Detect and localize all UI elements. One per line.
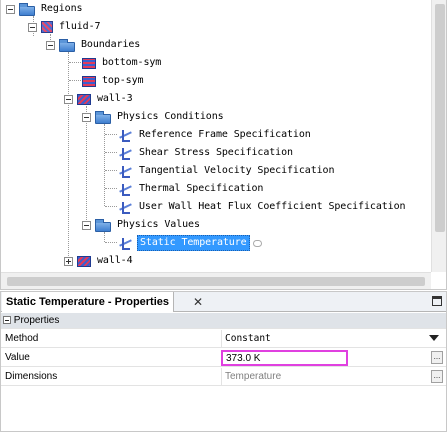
tree-node-physics-values[interactable]: Physics Values <box>82 216 202 234</box>
column-divider <box>221 368 222 386</box>
dimensions-ellipsis-button[interactable]: ... <box>431 370 443 383</box>
folder-icon <box>59 39 75 52</box>
tree-connector <box>68 52 69 260</box>
tree-connector <box>105 170 117 171</box>
physics-condition-icon <box>118 129 133 142</box>
vertical-scrollbar-thumb[interactable] <box>435 4 445 232</box>
tree-node-wall-3[interactable]: wall-3 <box>64 90 135 108</box>
property-row-method[interactable]: Method Constant <box>1 330 446 348</box>
wall-boundary-icon <box>77 93 91 105</box>
tree-node-label: User Wall Heat Flux Coefficient Specific… <box>139 201 406 212</box>
horizontal-scrollbar-thumb[interactable] <box>7 277 425 286</box>
column-divider <box>221 330 222 348</box>
vertical-scrollbar[interactable] <box>431 0 446 272</box>
wall-boundary-icon <box>77 255 91 267</box>
tree-connector <box>105 188 117 189</box>
tree-node-user-wall-heat-flux-coefficient-specification[interactable]: User Wall Heat Flux Coefficient Specific… <box>118 198 407 216</box>
category-label: Properties <box>13 315 60 326</box>
tree-node-label-selected: Static Temperature <box>137 235 250 251</box>
horizontal-scrollbar[interactable] <box>1 272 431 289</box>
tree-connector <box>105 152 117 153</box>
simulation-tree: Regions fluid-7 Boundaries bottom-sym to… <box>1 0 431 272</box>
physics-value-icon <box>118 237 133 250</box>
tree-node-label: Physics Values <box>117 219 200 230</box>
properties-category-row[interactable]: Properties <box>1 313 446 329</box>
tree-node-top-sym[interactable]: top-sym <box>82 72 145 90</box>
tree-node-shear-stress-specification[interactable]: Shear Stress Specification <box>118 144 295 162</box>
value-input-text: 373.0 K <box>226 353 261 364</box>
collapse-toggle-icon[interactable] <box>82 220 91 230</box>
tree-node-physics-conditions[interactable]: Physics Conditions <box>82 108 226 126</box>
tree-node-label: top-sym <box>102 75 144 86</box>
tree-node-label: wall-3 <box>97 93 133 104</box>
tree-node-label: Physics Conditions <box>117 111 224 122</box>
tree-connector <box>104 124 105 206</box>
collapse-toggle-icon[interactable] <box>82 112 91 122</box>
property-name: Dimensions <box>5 371 58 382</box>
tree-node-label: Thermal Specification <box>139 183 264 194</box>
collapse-toggle-icon[interactable] <box>28 22 37 32</box>
dropdown-arrow-icon[interactable] <box>429 335 439 341</box>
tree-node-label: bottom-sym <box>102 57 162 68</box>
tree-node-reference-frame-specification[interactable]: Reference Frame Specification <box>118 126 313 144</box>
tree-node-boundaries[interactable]: Boundaries <box>46 36 142 54</box>
region-icon <box>41 21 53 33</box>
simulation-tree-panel: Regions fluid-7 Boundaries bottom-sym to… <box>0 0 447 290</box>
maximize-icon[interactable] <box>432 296 442 306</box>
property-name: Value <box>5 352 30 363</box>
tree-connector <box>105 206 117 207</box>
value-input[interactable]: 373.0 K <box>221 350 348 366</box>
properties-tab-bar: Static Temperature - Properties ✕ <box>1 292 446 312</box>
tree-node-label: fluid-7 <box>59 21 101 32</box>
physics-condition-icon <box>118 165 133 178</box>
properties-panel: Static Temperature - Properties ✕ Proper… <box>0 291 447 432</box>
property-name: Method <box>5 333 39 344</box>
collapse-toggle-icon[interactable] <box>64 94 73 104</box>
tree-node-label: Shear Stress Specification <box>139 147 293 158</box>
property-row-value[interactable]: Value 373.0 K ... <box>1 349 446 367</box>
tree-node-bottom-sym[interactable]: bottom-sym <box>82 54 163 72</box>
physics-condition-icon <box>118 183 133 196</box>
tree-node-label: wall-4 <box>97 255 133 266</box>
tree-node-label: Boundaries <box>81 39 141 50</box>
close-icon[interactable]: ✕ <box>192 296 204 308</box>
tree-node-label: Reference Frame Specification <box>139 129 311 140</box>
tree-node-label: Tangential Velocity Specification <box>139 165 335 176</box>
physics-condition-icon <box>118 201 133 214</box>
folder-icon <box>95 111 111 124</box>
tree-node-static-temperature[interactable]: Static Temperature <box>118 234 262 252</box>
collapse-toggle-icon[interactable] <box>6 4 15 14</box>
folder-icon <box>95 219 111 232</box>
tree-node-thermal-specification[interactable]: Thermal Specification <box>118 180 265 198</box>
boundary-icon <box>82 57 96 69</box>
tree-node-label: Regions <box>41 3 83 14</box>
tree-connector <box>105 242 117 243</box>
property-row-dimensions[interactable]: Dimensions Temperature ... <box>1 368 446 386</box>
tree-node-wall-4[interactable]: wall-4 <box>64 252 135 270</box>
tree-connector <box>69 62 81 63</box>
tree-node-regions[interactable]: Regions <box>6 0 84 18</box>
method-select-value[interactable]: Constant <box>225 333 271 344</box>
collapse-toggle-icon[interactable] <box>46 40 55 50</box>
expand-toggle-icon[interactable] <box>64 256 73 266</box>
tree-node-tangential-velocity-specification[interactable]: Tangential Velocity Specification <box>118 162 336 180</box>
properties-tab-title: Static Temperature - Properties <box>6 296 170 308</box>
physics-condition-icon <box>118 147 133 160</box>
dimensions-value: Temperature <box>225 371 282 382</box>
comment-bubble-icon <box>252 239 262 247</box>
tree-node-fluid-7[interactable]: fluid-7 <box>28 18 102 36</box>
collapse-toggle-icon[interactable] <box>3 316 11 324</box>
tree-connector <box>69 80 81 81</box>
folder-icon <box>19 3 35 16</box>
properties-tab[interactable]: Static Temperature - Properties <box>2 292 175 312</box>
tree-connector <box>105 134 117 135</box>
value-ellipsis-button[interactable]: ... <box>431 351 443 364</box>
boundary-icon <box>82 75 96 87</box>
